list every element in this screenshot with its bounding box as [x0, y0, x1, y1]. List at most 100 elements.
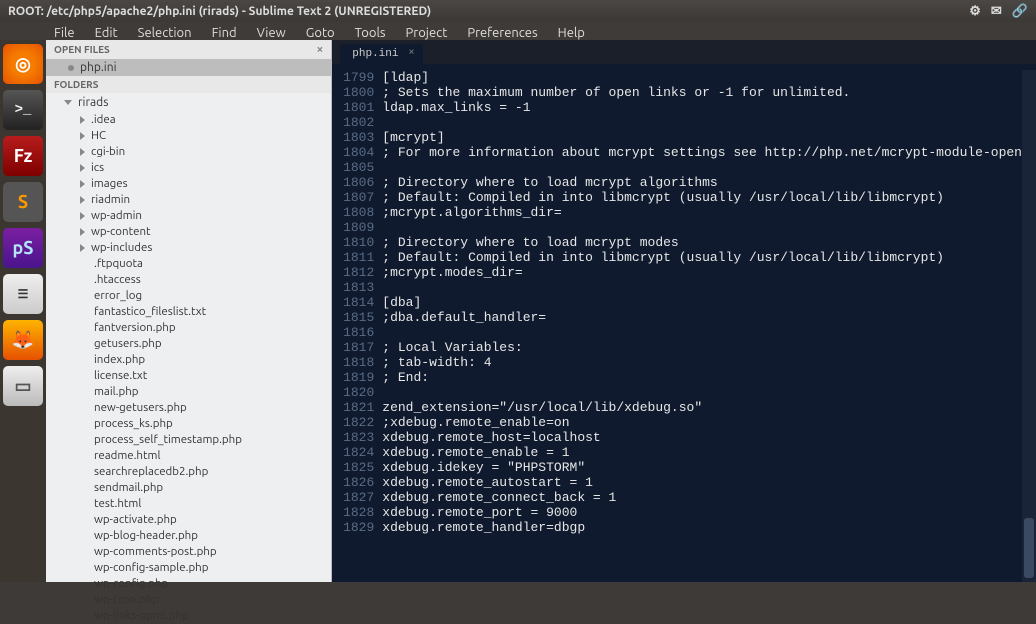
tray-network-icon[interactable]: 🔗 — [1012, 4, 1028, 19]
launcher-terminal-icon[interactable]: >_ — [3, 90, 43, 130]
code-line[interactable]: ;mcrypt.modes_dir= — [382, 265, 1022, 280]
code-line[interactable] — [382, 325, 1022, 340]
folder-item[interactable]: HC — [46, 128, 331, 144]
code-line[interactable]: ; Directory where to load mcrypt modes — [382, 235, 1022, 250]
tray-bluetooth-icon[interactable]: ⚙ — [969, 4, 981, 19]
code-line[interactable]: [ldap] — [382, 70, 1022, 85]
file-name: wp-links-opml.php — [94, 609, 189, 623]
file-item[interactable]: wp-links-opml.php — [46, 608, 331, 624]
code-line[interactable]: ; For more information about mcrypt sett… — [382, 145, 1022, 160]
file-item[interactable]: .htaccess — [46, 272, 331, 288]
line-number: 1805 — [332, 160, 374, 175]
folder-item[interactable]: wp-includes — [46, 240, 331, 256]
folder-name: riadmin — [91, 193, 130, 207]
code-line[interactable]: [dba] — [382, 295, 1022, 310]
launcher-sublime-icon[interactable]: S — [3, 182, 43, 222]
line-number: 1823 — [332, 430, 374, 445]
code-line[interactable]: ; Directory where to load mcrypt algorit… — [382, 175, 1022, 190]
code-line[interactable]: xdebug.remote_host=localhost — [382, 430, 1022, 445]
launcher-files-icon[interactable]: ▭ — [3, 366, 43, 406]
file-item[interactable]: new-getusers.php — [46, 400, 331, 416]
code-line[interactable]: xdebug.remote_handler=dbgp — [382, 520, 1022, 535]
code-line[interactable] — [382, 280, 1022, 295]
vertical-scrollbar[interactable] — [1022, 70, 1036, 582]
code-line[interactable] — [382, 385, 1022, 400]
code-line[interactable]: xdebug.remote_enable = 1 — [382, 445, 1022, 460]
code-line[interactable]: ; tab-width: 4 — [382, 355, 1022, 370]
folder-item[interactable]: riadmin — [46, 192, 331, 208]
code-line[interactable]: ;dba.default_handler= — [382, 310, 1022, 325]
file-item[interactable]: getusers.php — [46, 336, 331, 352]
code-line[interactable] — [382, 115, 1022, 130]
folder-name: cgi-bin — [91, 145, 125, 159]
file-item[interactable]: process_ks.php — [46, 416, 331, 432]
code-line[interactable]: ; Default: Compiled in into libmcrypt (u… — [382, 250, 1022, 265]
folder-item[interactable]: wp-content — [46, 224, 331, 240]
folder-item[interactable]: cgi-bin — [46, 144, 331, 160]
file-item[interactable]: sendmail.php — [46, 480, 331, 496]
launcher-filezilla-icon[interactable]: Fz — [3, 136, 43, 176]
file-name: mail.php — [94, 385, 139, 399]
folder-item[interactable]: .idea — [46, 112, 331, 128]
code-line[interactable]: ; Default: Compiled in into libmcrypt (u… — [382, 190, 1022, 205]
code-area[interactable]: 1799180018011802180318041805180618071808… — [332, 64, 1036, 582]
code-line[interactable]: xdebug.remote_port = 9000 — [382, 505, 1022, 520]
open-file-name: php.ini — [80, 61, 117, 74]
line-number: 1806 — [332, 175, 374, 190]
file-item[interactable]: wp-comments-post.php — [46, 544, 331, 560]
folder-item[interactable]: ics — [46, 160, 331, 176]
folder-name: wp-includes — [91, 241, 152, 255]
code-line[interactable]: xdebug.remote_connect_back = 1 — [382, 490, 1022, 505]
line-number: 1808 — [332, 205, 374, 220]
tab-php-ini[interactable]: php.ini × — [340, 44, 422, 64]
launcher-phpstorm-icon[interactable]: pS — [3, 228, 43, 268]
file-item[interactable]: readme.html — [46, 448, 331, 464]
file-name: .htaccess — [94, 273, 141, 287]
close-icon[interactable]: × — [317, 43, 324, 56]
file-item[interactable]: mail.php — [46, 384, 331, 400]
code-line[interactable]: ;xdebug.remote_enable=on — [382, 415, 1022, 430]
code-line[interactable]: xdebug.remote_autostart = 1 — [382, 475, 1022, 490]
file-item[interactable]: wp-activate.php — [46, 512, 331, 528]
code-line[interactable]: ldap.max_links = -1 — [382, 100, 1022, 115]
folders-header: FOLDERS — [46, 76, 331, 93]
tab-close-icon[interactable]: × — [408, 48, 414, 59]
file-item[interactable]: searchreplacedb2.php — [46, 464, 331, 480]
tray-mail-icon[interactable]: ✉ — [991, 4, 1002, 19]
scroll-thumb[interactable] — [1024, 518, 1034, 578]
file-item[interactable]: test.html — [46, 496, 331, 512]
folder-item[interactable]: wp-admin — [46, 208, 331, 224]
file-item[interactable]: wp-config-sample.php — [46, 560, 331, 576]
code-line[interactable]: ; Local Variables: — [382, 340, 1022, 355]
code-line[interactable]: [mcrypt] — [382, 130, 1022, 145]
code-line[interactable] — [382, 220, 1022, 235]
file-item[interactable]: wp-blog-header.php — [46, 528, 331, 544]
code-lines[interactable]: [ldap]; Sets the maximum number of open … — [382, 70, 1022, 582]
file-name: sendmail.php — [94, 481, 163, 495]
folder-item[interactable]: images — [46, 176, 331, 192]
file-item[interactable]: wp-config.php — [46, 576, 331, 592]
code-line[interactable]: ;mcrypt.algorithms_dir= — [382, 205, 1022, 220]
folder-root[interactable]: rirads — [46, 93, 331, 112]
launcher-document-icon[interactable]: ☰ — [3, 274, 43, 314]
line-number: 1822 — [332, 415, 374, 430]
launcher-firefox-icon[interactable]: 🦊 — [3, 320, 43, 360]
file-item[interactable]: process_self_timestamp.php — [46, 432, 331, 448]
file-item[interactable]: fantastico_fileslist.txt — [46, 304, 331, 320]
code-line[interactable] — [382, 160, 1022, 175]
code-line[interactable]: ; End: — [382, 370, 1022, 385]
code-line[interactable]: xdebug.idekey = "PHPSTORM" — [382, 460, 1022, 475]
file-item[interactable]: license.txt — [46, 368, 331, 384]
code-line[interactable]: ; Sets the maximum number of open links … — [382, 85, 1022, 100]
open-file-item[interactable]: php.ini — [46, 59, 331, 76]
file-name: wp-config.php — [94, 577, 168, 591]
code-line[interactable]: zend_extension="/usr/local/lib/xdebug.so… — [382, 400, 1022, 415]
file-item[interactable]: .ftpquota — [46, 256, 331, 272]
file-item[interactable]: index.php — [46, 352, 331, 368]
file-item[interactable]: wp-cron.php — [46, 592, 331, 608]
launcher-ubuntu-icon[interactable]: ◎ — [3, 44, 43, 84]
line-number: 1821 — [332, 400, 374, 415]
line-number: 1815 — [332, 310, 374, 325]
file-item[interactable]: fantversion.php — [46, 320, 331, 336]
file-item[interactable]: error_log — [46, 288, 331, 304]
